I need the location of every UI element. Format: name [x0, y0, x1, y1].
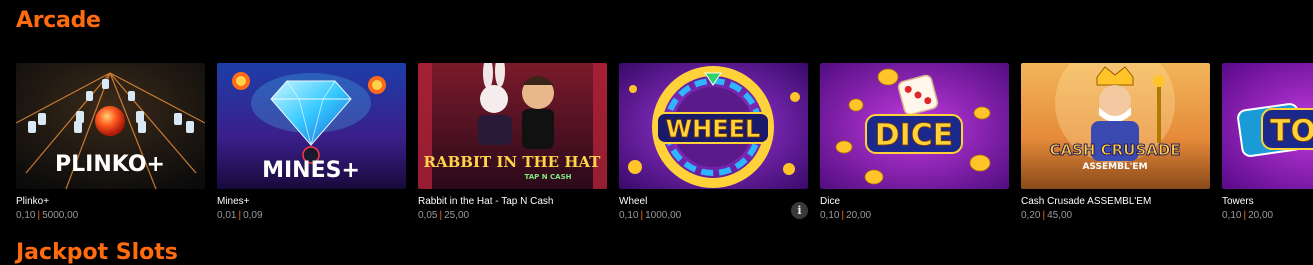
- game-bet-range: 0,10 | 5000,00: [16, 210, 205, 222]
- game-bet-range: 0,20 | 45,00: [1021, 210, 1210, 222]
- game-bet-range: 0,05 | 25,00: [418, 210, 607, 222]
- game-card-rabbit-in-the-hat[interactable]: RABBIT IN THE HAT TAP N CASH Rabbit in t…: [418, 63, 607, 222]
- bet-min: 0,01: [217, 210, 237, 221]
- next-section-title: Jackpot Slots: [16, 240, 178, 265]
- game-carousel[interactable]: PLINKO+ Plinko+ 0,10 | 5000,00 MINES+ Mi…: [16, 63, 1313, 223]
- bet-max: 0,09: [243, 210, 263, 221]
- bet-min: 0,10: [820, 210, 840, 221]
- game-thumbnail-mines[interactable]: MINES+: [217, 63, 406, 189]
- rabbit-artwork: RABBIT IN THE HAT TAP N CASH: [418, 63, 607, 189]
- game-card-plinko[interactable]: PLINKO+ Plinko+ 0,10 | 5000,00: [16, 63, 205, 222]
- range-separator: |: [1042, 210, 1046, 221]
- bet-max: 20,00: [846, 210, 872, 221]
- range-separator: |: [238, 210, 242, 221]
- range-separator: |: [841, 210, 845, 221]
- bet-min: 0,10: [1222, 210, 1242, 221]
- game-thumbnail-dice[interactable]: DICE: [820, 63, 1009, 189]
- range-separator: |: [640, 210, 644, 221]
- cash-crusade-logo-text: CASH CRUSADE: [1049, 141, 1180, 159]
- game-card-wheel[interactable]: WHEEL Wheel 0,10 | 1000,00 i: [619, 63, 808, 222]
- game-card-mines[interactable]: MINES+ Mines+ 0,01 | 0,09: [217, 63, 406, 222]
- game-thumbnail-rabbit-in-the-hat[interactable]: RABBIT IN THE HAT TAP N CASH: [418, 63, 607, 189]
- game-title[interactable]: Towers: [1222, 196, 1313, 208]
- bet-min: 0,10: [619, 210, 639, 221]
- game-title[interactable]: Dice: [820, 196, 1009, 208]
- plinko-artwork: PLINKO+: [16, 63, 205, 189]
- range-separator: |: [37, 210, 41, 221]
- info-icon[interactable]: i: [791, 202, 808, 219]
- bet-max: 5000,00: [42, 210, 79, 221]
- game-thumbnail-towers[interactable]: TOW: [1222, 63, 1313, 189]
- rabbit-logo-subtext: TAP N CASH: [525, 173, 572, 181]
- game-title[interactable]: Plinko+: [16, 196, 205, 208]
- mines-logo-text: MINES+: [262, 158, 360, 183]
- game-title[interactable]: Wheel: [619, 196, 808, 208]
- rabbit-logo-text: RABBIT IN THE HAT: [424, 153, 602, 171]
- mines-artwork: MINES+: [217, 63, 406, 189]
- wheel-artwork: WHEEL: [619, 63, 808, 189]
- wheel-logo-text: WHEEL: [666, 115, 761, 143]
- game-thumbnail-cash-crusade[interactable]: CASH CRUSADE ASSEMBL'EM: [1021, 63, 1210, 189]
- game-title[interactable]: Mines+: [217, 196, 406, 208]
- game-title[interactable]: Rabbit in the Hat - Tap N Cash: [418, 196, 607, 208]
- game-thumbnail-plinko[interactable]: PLINKO+: [16, 63, 205, 189]
- game-bet-range: 0,10 | 1000,00: [619, 210, 808, 222]
- towers-artwork: TOW: [1222, 63, 1313, 189]
- cash-crusade-artwork: CASH CRUSADE ASSEMBL'EM: [1021, 63, 1210, 189]
- plinko-logo-text: PLINKO+: [55, 152, 165, 177]
- bet-max: 1000,00: [645, 210, 682, 221]
- range-separator: |: [1243, 210, 1247, 221]
- dice-logo-text: DICE: [875, 118, 954, 153]
- range-separator: |: [439, 210, 443, 221]
- towers-logo-text: TOW: [1270, 114, 1313, 149]
- game-bet-range: 0,10 | 20,00: [820, 210, 1009, 222]
- bet-max: 20,00: [1248, 210, 1274, 221]
- section-title: Arcade: [16, 8, 101, 33]
- game-card-cash-crusade[interactable]: CASH CRUSADE ASSEMBL'EM Cash Crusade ASS…: [1021, 63, 1210, 222]
- cash-crusade-logo-subtext: ASSEMBL'EM: [1082, 162, 1147, 172]
- bet-min: 0,05: [418, 210, 438, 221]
- game-bet-range: 0,01 | 0,09: [217, 210, 406, 222]
- dice-artwork: DICE: [820, 63, 1009, 189]
- game-bet-range: 0,10 | 20,00: [1222, 210, 1313, 222]
- bet-min: 0,20: [1021, 210, 1041, 221]
- game-card-towers[interactable]: TOW Towers 0,10|20,00: [1222, 63, 1313, 222]
- bet-max: 45,00: [1047, 210, 1073, 221]
- game-title[interactable]: Cash Crusade ASSEMBL'EM: [1021, 196, 1210, 208]
- game-card-dice[interactable]: DICE Dice 0,10 | 20,00: [820, 63, 1009, 222]
- game-thumbnail-wheel[interactable]: WHEEL: [619, 63, 808, 189]
- bet-max: 25,00: [444, 210, 470, 221]
- bet-min: 0,10: [16, 210, 36, 221]
